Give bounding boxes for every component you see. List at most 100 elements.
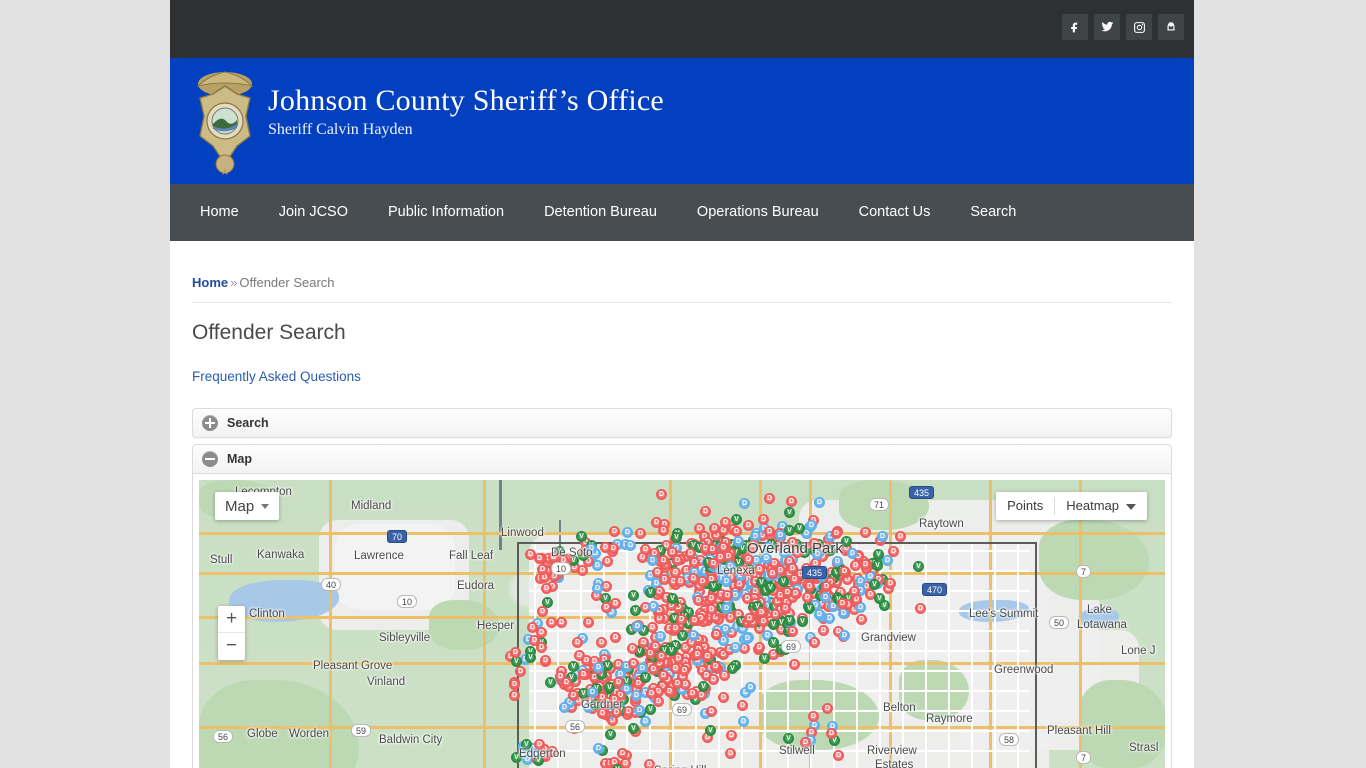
map-marker[interactable]: V <box>645 704 656 715</box>
map-marker[interactable]: D <box>631 690 642 701</box>
map-marker[interactable]: D <box>561 677 572 688</box>
map-marker[interactable]: D <box>610 632 621 643</box>
map-marker[interactable]: D <box>814 497 825 508</box>
map-marker[interactable]: D <box>515 666 526 677</box>
map-marker[interactable]: V <box>784 615 795 626</box>
map-marker[interactable]: D <box>804 581 815 592</box>
map-marker[interactable]: D <box>809 637 820 648</box>
map-marker[interactable]: V <box>628 590 639 601</box>
map-marker[interactable]: D <box>536 627 547 638</box>
map-marker[interactable]: D <box>855 576 866 587</box>
map-marker[interactable]: D <box>706 593 717 604</box>
map-marker[interactable]: D <box>534 553 545 564</box>
map-marker[interactable]: D <box>738 716 749 727</box>
map-marker[interactable]: D <box>730 642 741 653</box>
map-marker[interactable]: D <box>658 525 669 536</box>
map-marker[interactable]: D <box>658 555 669 566</box>
map-marker[interactable]: D <box>536 642 547 653</box>
map-marker[interactable]: D <box>623 706 634 717</box>
map-marker[interactable]: V <box>759 653 770 664</box>
map-marker[interactable]: D <box>600 542 611 553</box>
map-marker[interactable]: D <box>693 595 704 606</box>
faq-link[interactable]: Frequently Asked Questions <box>192 369 361 384</box>
nav-item-detention-bureau[interactable]: Detention Bureau <box>524 184 677 241</box>
map-marker[interactable]: D <box>895 531 906 542</box>
map-marker[interactable]: D <box>613 677 624 688</box>
map-marker[interactable]: D <box>620 758 631 768</box>
twitter-icon[interactable] <box>1094 14 1120 40</box>
map-marker[interactable]: V <box>666 645 677 656</box>
map-marker[interactable]: D <box>824 613 835 624</box>
map-marker[interactable]: V <box>576 531 587 542</box>
map-marker[interactable]: D <box>814 609 825 620</box>
breadcrumb-home-link[interactable]: Home <box>192 275 228 290</box>
map-marker[interactable]: D <box>625 540 636 551</box>
map-marker[interactable]: V <box>874 593 885 604</box>
map-marker[interactable]: D <box>710 661 721 672</box>
map-marker[interactable]: D <box>601 602 612 613</box>
map-marker[interactable]: D <box>700 506 711 517</box>
map-marker[interactable]: V <box>797 616 808 627</box>
map-marker[interactable]: D <box>849 586 860 597</box>
map-marker[interactable]: D <box>822 703 833 714</box>
map-marker[interactable]: V <box>705 725 716 736</box>
map-marker[interactable]: D <box>572 637 583 648</box>
map-marker[interactable]: D <box>720 517 731 528</box>
youtube-icon[interactable] <box>1158 14 1184 40</box>
map-marker[interactable]: V <box>913 561 924 572</box>
map-marker[interactable]: D <box>739 498 750 509</box>
map-marker[interactable]: D <box>593 662 604 673</box>
nav-item-join-jcso[interactable]: Join JCSO <box>259 184 368 241</box>
map-marker[interactable]: V <box>731 514 742 525</box>
map-marker[interactable]: V <box>605 729 616 740</box>
map-marker[interactable]: D <box>707 544 718 555</box>
map-marker[interactable]: D <box>655 631 666 642</box>
map-marker[interactable]: D <box>915 603 926 614</box>
map-marker[interactable]: D <box>559 702 570 713</box>
map-marker[interactable]: D <box>656 489 667 500</box>
map-marker[interactable]: D <box>758 616 769 627</box>
map-marker[interactable]: V <box>568 661 579 672</box>
map-marker[interactable]: D <box>718 692 729 703</box>
map-marker[interactable]: D <box>826 728 837 739</box>
map-marker[interactable]: D <box>726 730 737 741</box>
map-marker[interactable]: V <box>794 523 805 534</box>
map-marker[interactable]: D <box>839 630 850 641</box>
map-marker[interactable]: D <box>656 651 667 662</box>
map-marker[interactable]: D <box>670 567 681 578</box>
map-marker[interactable]: D <box>638 637 649 648</box>
map-marker[interactable]: D <box>744 613 755 624</box>
map-marker[interactable]: D <box>672 678 683 689</box>
map-marker[interactable]: D <box>702 651 713 662</box>
map-marker[interactable]: D <box>692 649 703 660</box>
map-marker[interactable]: D <box>592 583 603 594</box>
map-marker[interactable]: V <box>784 507 795 518</box>
map-marker[interactable]: D <box>833 750 844 761</box>
accordion-header-map[interactable]: Map <box>192 444 1172 474</box>
map-marker[interactable]: D <box>808 711 819 722</box>
map-marker[interactable]: D <box>787 563 798 574</box>
map-marker[interactable]: D <box>733 536 744 547</box>
map-marker[interactable]: D <box>537 564 548 575</box>
map-marker[interactable]: D <box>708 674 719 685</box>
map-marker[interactable]: D <box>632 621 643 632</box>
map-marker[interactable]: D <box>764 493 775 504</box>
map-marker[interactable]: V <box>630 605 641 616</box>
nav-item-search[interactable]: Search <box>950 184 1036 241</box>
map-marker[interactable]: D <box>860 559 871 570</box>
map-marker[interactable]: V <box>768 619 779 630</box>
map-marker[interactable]: D <box>689 557 700 568</box>
instagram-icon[interactable] <box>1126 14 1152 40</box>
map-marker[interactable]: D <box>754 564 765 575</box>
map-marker[interactable]: D <box>609 526 620 537</box>
nav-item-home[interactable]: Home <box>180 184 259 241</box>
map-marker[interactable]: V <box>778 576 789 587</box>
map-marker[interactable]: V <box>768 637 779 648</box>
map-marker[interactable]: D <box>821 581 832 592</box>
map-marker[interactable]: D <box>767 568 778 579</box>
map-marker[interactable]: V <box>640 672 651 683</box>
map-marker[interactable]: V <box>756 577 767 588</box>
map-marker[interactable]: V <box>671 532 682 543</box>
map-marker[interactable]: D <box>745 682 756 693</box>
map-marker[interactable]: D <box>754 642 765 653</box>
